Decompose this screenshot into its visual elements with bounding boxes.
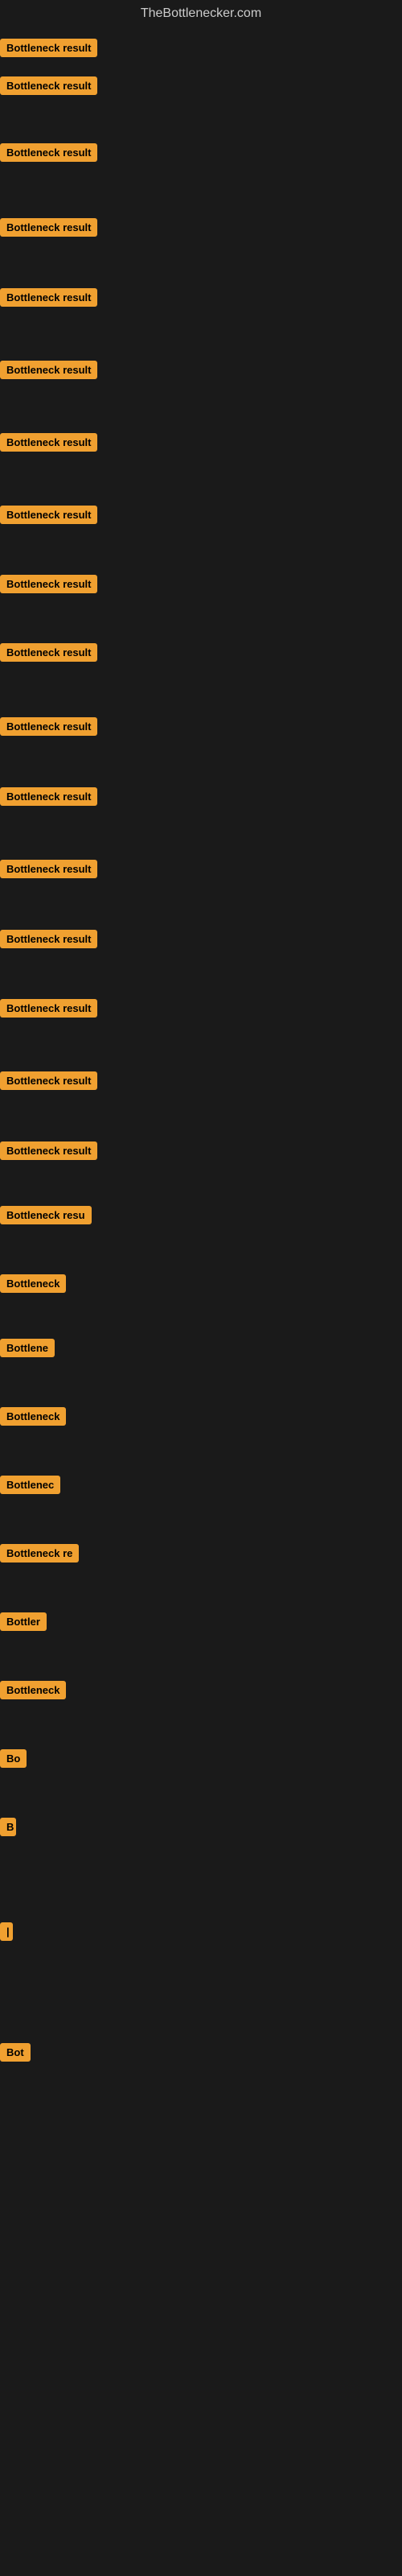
bottleneck-label-13: Bottleneck result — [0, 860, 97, 878]
bottleneck-row-24: Bottler — [0, 1612, 47, 1635]
bottleneck-label-5: Bottleneck result — [0, 288, 97, 307]
bottleneck-row-11: Bottleneck result — [0, 717, 97, 740]
bottleneck-row-29: Bot — [0, 2043, 31, 2066]
bottleneck-row-26: Bo — [0, 1749, 27, 1772]
bottleneck-label-22: Bottlenec — [0, 1476, 60, 1494]
bottleneck-label-21: Bottleneck — [0, 1407, 66, 1426]
bottleneck-label-17: Bottleneck result — [0, 1141, 97, 1160]
bottleneck-label-23: Bottleneck re — [0, 1544, 79, 1563]
bottleneck-label-29: Bot — [0, 2043, 31, 2062]
bottleneck-row-6: Bottleneck result — [0, 361, 97, 383]
bottleneck-label-26: Bo — [0, 1749, 27, 1768]
bottleneck-label-10: Bottleneck result — [0, 643, 97, 662]
bottleneck-row-14: Bottleneck result — [0, 930, 97, 952]
bottleneck-label-15: Bottleneck result — [0, 999, 97, 1018]
bottleneck-label-25: Bottleneck — [0, 1681, 66, 1699]
bottleneck-row-1: Bottleneck result — [0, 39, 97, 61]
bottleneck-label-16: Bottleneck result — [0, 1071, 97, 1090]
bottleneck-row-2: Bottleneck result — [0, 76, 97, 99]
bottleneck-label-20: Bottlene — [0, 1339, 55, 1357]
bottleneck-label-28: | — [0, 1922, 13, 1941]
bottleneck-row-19: Bottleneck — [0, 1274, 66, 1297]
bottleneck-label-14: Bottleneck result — [0, 930, 97, 948]
bottleneck-label-19: Bottleneck — [0, 1274, 66, 1293]
bottleneck-row-16: Bottleneck result — [0, 1071, 97, 1094]
bottleneck-row-7: Bottleneck result — [0, 433, 97, 456]
bottleneck-row-15: Bottleneck result — [0, 999, 97, 1022]
bottleneck-label-2: Bottleneck result — [0, 76, 97, 95]
bottleneck-row-3: Bottleneck result — [0, 143, 97, 166]
bottleneck-row-23: Bottleneck re — [0, 1544, 79, 1567]
bottleneck-label-1: Bottleneck result — [0, 39, 97, 57]
bottleneck-row-5: Bottleneck result — [0, 288, 97, 311]
bottleneck-row-28: | — [0, 1922, 13, 1945]
bottleneck-row-12: Bottleneck result — [0, 787, 97, 810]
bottleneck-row-17: Bottleneck result — [0, 1141, 97, 1164]
bottleneck-row-18: Bottleneck resu — [0, 1206, 92, 1228]
site-title: TheBottlenecker.com — [0, 0, 402, 31]
bottleneck-row-13: Bottleneck result — [0, 860, 97, 882]
bottleneck-label-9: Bottleneck result — [0, 575, 97, 593]
bottleneck-row-8: Bottleneck result — [0, 506, 97, 528]
bottleneck-label-18: Bottleneck resu — [0, 1206, 92, 1224]
bottleneck-row-4: Bottleneck result — [0, 218, 97, 241]
bottleneck-row-21: Bottleneck — [0, 1407, 66, 1430]
bottleneck-row-22: Bottlenec — [0, 1476, 60, 1498]
bottleneck-label-12: Bottleneck result — [0, 787, 97, 806]
bottleneck-row-25: Bottleneck — [0, 1681, 66, 1703]
bottleneck-label-7: Bottleneck result — [0, 433, 97, 452]
bottleneck-row-9: Bottleneck result — [0, 575, 97, 597]
bottleneck-label-11: Bottleneck result — [0, 717, 97, 736]
bottleneck-label-4: Bottleneck result — [0, 218, 97, 237]
bottleneck-row-27: B — [0, 1818, 16, 1840]
bottleneck-label-3: Bottleneck result — [0, 143, 97, 162]
bottleneck-label-24: Bottler — [0, 1612, 47, 1631]
bottleneck-label-6: Bottleneck result — [0, 361, 97, 379]
bottleneck-row-10: Bottleneck result — [0, 643, 97, 666]
bottleneck-label-8: Bottleneck result — [0, 506, 97, 524]
bottleneck-label-27: B — [0, 1818, 16, 1836]
bottleneck-row-20: Bottlene — [0, 1339, 55, 1361]
